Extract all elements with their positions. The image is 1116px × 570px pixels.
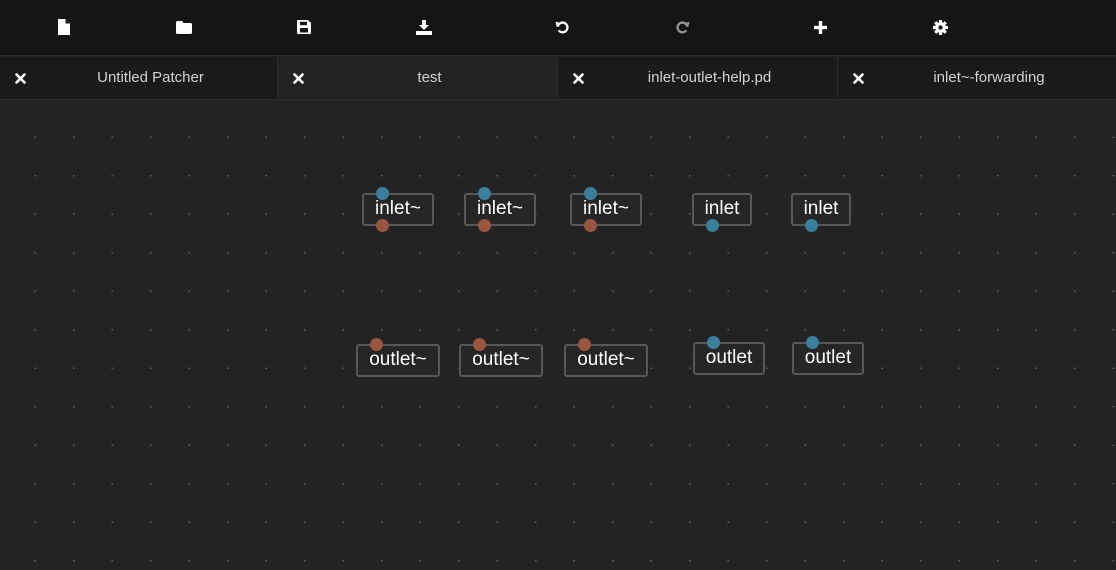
tab-close-button[interactable] xyxy=(12,70,28,86)
object-outlet-port[interactable] xyxy=(584,219,597,232)
close-icon xyxy=(852,72,864,84)
patch-canvas[interactable]: inlet~ inlet~ inlet~ inlet inlet outlet~ xyxy=(0,100,1116,570)
outlet-object[interactable]: outlet xyxy=(693,336,765,375)
object-outlet-port[interactable] xyxy=(376,219,389,232)
outlet-signal-object[interactable]: outlet~ xyxy=(459,338,543,377)
object-text: inlet~ xyxy=(583,198,629,219)
tab-label: inlet-outlet-help.pd xyxy=(647,69,772,86)
object-text: outlet xyxy=(705,347,753,368)
outlet-object[interactable]: outlet xyxy=(792,336,864,375)
object-inlet-port[interactable] xyxy=(376,187,389,200)
gear-icon xyxy=(932,19,948,35)
object-inlet-port[interactable] xyxy=(473,338,486,351)
download-button[interactable] xyxy=(410,13,438,41)
settings-button[interactable] xyxy=(926,13,954,41)
redo-icon xyxy=(675,20,689,33)
object-text: outlet~ xyxy=(369,349,427,370)
undo-icon xyxy=(555,20,569,33)
inlet-signal-object[interactable]: inlet~ xyxy=(362,187,434,232)
tab-label: inlet~-forwarding xyxy=(933,69,1045,86)
close-icon xyxy=(292,72,304,84)
outlet-signal-object[interactable]: outlet~ xyxy=(356,338,440,377)
object-inlet-port[interactable] xyxy=(478,187,491,200)
outlet-signal-object[interactable]: outlet~ xyxy=(564,338,648,377)
tab-inlet-forwarding[interactable]: inlet~-forwarding xyxy=(838,57,1116,98)
object-inlet-port[interactable] xyxy=(584,187,597,200)
object-outlet-port[interactable] xyxy=(805,219,818,232)
close-icon xyxy=(14,72,26,84)
toolbar xyxy=(0,0,1116,56)
tab-bar: Untitled Patcher test inlet-outlet-help.… xyxy=(0,57,1116,100)
object-outlet-port[interactable] xyxy=(706,219,719,232)
tab-close-button[interactable] xyxy=(570,70,586,86)
file-icon xyxy=(58,19,70,35)
save-button[interactable] xyxy=(290,13,318,41)
object-text: inlet~ xyxy=(477,198,523,219)
inlet-object[interactable]: inlet xyxy=(692,193,752,232)
object-text: inlet~ xyxy=(375,198,421,219)
object-inlet-port[interactable] xyxy=(578,338,591,351)
save-icon xyxy=(297,20,311,34)
object-inlet-port[interactable] xyxy=(806,336,819,349)
plus-icon xyxy=(813,20,827,34)
tab-close-button[interactable] xyxy=(850,70,866,86)
object-text: outlet~ xyxy=(472,349,530,370)
close-icon xyxy=(572,72,584,84)
patcher-app: Untitled Patcher test inlet-outlet-help.… xyxy=(0,0,1116,570)
tab-test[interactable]: test xyxy=(278,57,558,98)
tab-close-button[interactable] xyxy=(290,70,306,86)
download-icon xyxy=(416,19,432,35)
object-inlet-port[interactable] xyxy=(707,336,720,349)
inlet-object[interactable]: inlet xyxy=(791,193,851,232)
inlet-signal-object[interactable]: inlet~ xyxy=(570,187,642,232)
tab-inlet-outlet-help[interactable]: inlet-outlet-help.pd xyxy=(558,57,838,98)
object-text: outlet xyxy=(804,347,852,368)
object-text: inlet xyxy=(803,198,839,219)
undo-button[interactable] xyxy=(548,13,576,41)
object-inlet-port[interactable] xyxy=(370,338,383,351)
redo-button[interactable] xyxy=(668,13,696,41)
tab-label: test xyxy=(417,69,442,86)
add-object-button[interactable] xyxy=(806,13,834,41)
new-file-button[interactable] xyxy=(50,13,78,41)
object-text: outlet~ xyxy=(577,349,635,370)
folder-icon xyxy=(176,20,192,34)
tab-label: Untitled Patcher xyxy=(97,69,204,86)
inlet-signal-object[interactable]: inlet~ xyxy=(464,187,536,232)
object-outlet-port[interactable] xyxy=(478,219,491,232)
open-folder-button[interactable] xyxy=(170,13,198,41)
object-text: inlet xyxy=(704,198,740,219)
tab-untitled-patcher[interactable]: Untitled Patcher xyxy=(0,57,278,98)
